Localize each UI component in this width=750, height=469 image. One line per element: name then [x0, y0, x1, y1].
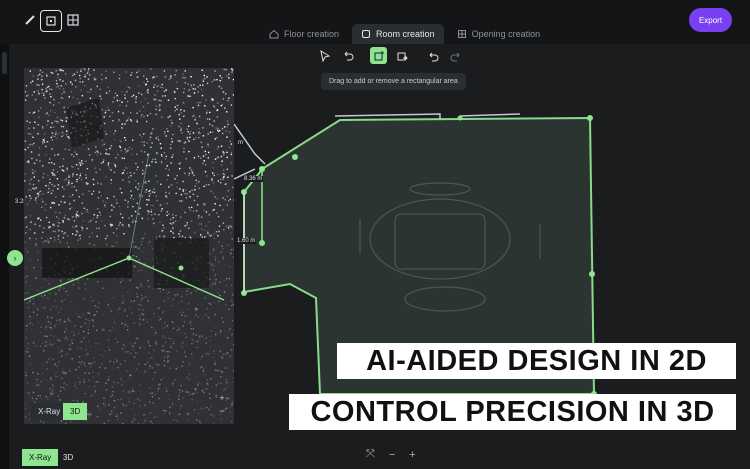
zoom-out-button[interactable]: −: [389, 449, 395, 461]
hint-tooltip: Drag to add or remove a rectangular area: [321, 73, 466, 90]
mode-tabs: Floor creation Room creation Opening cre…: [260, 24, 549, 44]
point-cloud: [24, 68, 234, 424]
redo-icon[interactable]: [447, 47, 464, 64]
ruler-icon[interactable]: [20, 10, 40, 30]
zoom-in-button[interactable]: +: [409, 449, 415, 461]
headline-banner-2: CONTROL PRECISION IN 3D: [289, 394, 736, 430]
add-area-icon[interactable]: [370, 47, 387, 64]
expand-panel-button[interactable]: ›: [7, 250, 23, 266]
mode-3d-plan-button[interactable]: 3D: [56, 449, 80, 466]
room-icon: [362, 30, 371, 38]
window-icon: [457, 30, 466, 38]
fit-view-icon[interactable]: ⤧: [366, 448, 375, 461]
undo-icon[interactable]: [424, 47, 441, 64]
measure-label: m: [237, 140, 244, 146]
zoom-in-button[interactable]: +: [219, 393, 224, 403]
undo-lasso-icon[interactable]: [339, 47, 356, 64]
tab-floor-creation[interactable]: Floor creation: [260, 24, 348, 44]
bottom-zoom-controls: ⤧ − +: [366, 448, 416, 461]
xray-toggle-plan[interactable]: X-Ray: [22, 449, 59, 466]
subtract-area-icon[interactable]: [393, 47, 410, 64]
home-icon: [269, 29, 279, 39]
room-select-icon[interactable]: [40, 10, 62, 32]
view3d-zoom: + −: [216, 393, 228, 416]
headline-banner-1: AI-AIDED DESIGN IN 2D: [337, 343, 736, 379]
grid-icon[interactable]: [63, 10, 83, 30]
measure-label: 8.36 m: [243, 176, 264, 182]
xray-toggle-3d[interactable]: X-Ray: [31, 403, 68, 420]
draw-toolbar: [316, 47, 464, 64]
measure-label: 1.60 m: [236, 238, 257, 244]
tab-opening-creation[interactable]: Opening creation: [448, 24, 550, 44]
tab-room-creation[interactable]: Room creation: [352, 24, 444, 44]
pointer-icon[interactable]: [316, 47, 333, 64]
top-bar: Floor creation Room creation Opening cre…: [0, 0, 750, 44]
point-cloud-3d-view[interactable]: X-Ray 3D + −: [24, 68, 234, 424]
export-button[interactable]: Export: [689, 8, 732, 32]
zoom-out-button[interactable]: −: [219, 406, 224, 416]
mode-3d-button[interactable]: 3D: [63, 403, 88, 420]
